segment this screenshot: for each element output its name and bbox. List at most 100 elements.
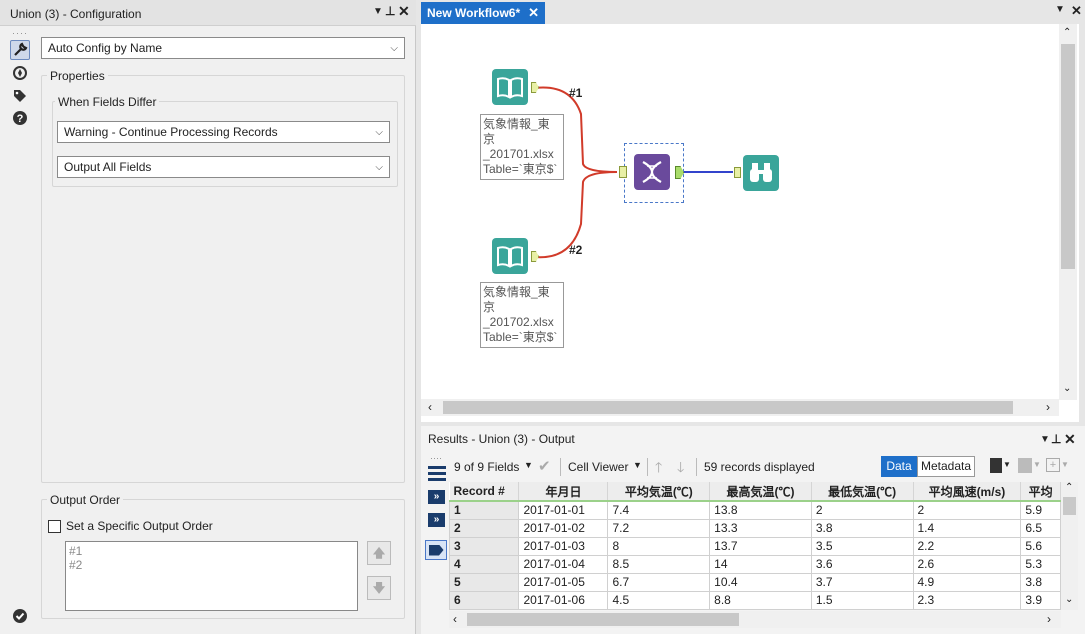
union-tool[interactable]: [634, 154, 670, 190]
table-cell[interactable]: 14: [709, 554, 812, 574]
add-tool-dropdown-icon[interactable]: ▼: [1061, 460, 1069, 469]
scroll-left-icon[interactable]: ‹: [428, 400, 432, 414]
tag-icon[interactable]: [425, 540, 447, 560]
scroll-left-icon[interactable]: ‹: [453, 612, 457, 626]
table-cell[interactable]: 3.5: [810, 536, 914, 556]
metadata-tab[interactable]: Metadata: [917, 456, 975, 477]
save-dropdown-icon[interactable]: ▼: [1033, 460, 1041, 469]
table-row[interactable]: 6 2017-01-06 4.5 8.8 1.5 2.3 3.9: [449, 590, 1061, 610]
table-row[interactable]: 5 2017-01-05 6.7 10.4 3.7 4.9 3.8: [449, 572, 1061, 592]
output-order-list[interactable]: #1 #2: [65, 541, 358, 611]
table-cell[interactable]: 1.4: [912, 518, 1022, 538]
input-anchor[interactable]: [619, 166, 627, 178]
column-header[interactable]: 平均: [1020, 482, 1061, 502]
arrow-up-icon[interactable]: 🡑: [655, 457, 662, 481]
wrench-icon[interactable]: [10, 40, 30, 60]
close-icon[interactable]: ✕: [398, 3, 410, 20]
record-number-cell[interactable]: 2: [449, 518, 520, 538]
table-cell[interactable]: 2017-01-03: [518, 536, 609, 556]
table-cell[interactable]: 3.9: [1020, 590, 1061, 610]
checkmark-icon[interactable]: ✔: [538, 457, 551, 475]
browse-tool[interactable]: [743, 155, 779, 191]
cell-viewer-dropdown-icon[interactable]: ▼: [633, 460, 642, 470]
table-cell[interactable]: 4.9: [912, 572, 1022, 592]
column-header[interactable]: 平均気温(℃): [607, 482, 711, 502]
tab-close-icon[interactable]: ✕: [528, 5, 539, 21]
table-cell[interactable]: 13.7: [709, 536, 812, 556]
table-cell[interactable]: 13.8: [709, 500, 812, 520]
tag-icon[interactable]: [10, 86, 30, 106]
table-cell[interactable]: 5.9: [1020, 500, 1061, 520]
pin-icon[interactable]: ⊥: [1051, 432, 1061, 446]
table-cell[interactable]: 2017-01-04: [518, 554, 609, 574]
table-cell[interactable]: 3.7: [810, 572, 914, 592]
table-cell[interactable]: 5.6: [1020, 536, 1061, 556]
table-cell[interactable]: 7.2: [607, 518, 711, 538]
copy-icon[interactable]: [990, 458, 1002, 473]
scroll-up-icon[interactable]: ⌃: [1063, 27, 1071, 38]
pin-icon[interactable]: ⊥: [385, 4, 395, 18]
move-down-button[interactable]: 🡇: [367, 576, 391, 600]
table-row[interactable]: 2 2017-01-02 7.2 13.3 3.8 1.4 6.5: [449, 518, 1061, 538]
copy-dropdown-icon[interactable]: ▼: [1003, 460, 1011, 469]
table-cell[interactable]: 5.3: [1020, 554, 1061, 574]
input-anchor[interactable]: [734, 167, 741, 178]
input-data-tool-1[interactable]: [492, 69, 528, 105]
results-vertical-scrollbar[interactable]: ⌃ ⌄: [1061, 482, 1078, 610]
table-cell[interactable]: 2017-01-06: [518, 590, 609, 610]
scroll-up-icon[interactable]: ⌃: [1065, 482, 1073, 493]
record-number-cell[interactable]: 6: [449, 590, 520, 610]
table-cell[interactable]: 3.8: [1020, 572, 1061, 592]
tab-menu-icon[interactable]: ▼: [1055, 4, 1065, 15]
tab-new-workflow[interactable]: New Workflow6* ✕: [421, 2, 545, 24]
add-tool-icon[interactable]: +: [1046, 458, 1060, 472]
table-cell[interactable]: 1.5: [810, 590, 914, 610]
table-cell[interactable]: 2.6: [912, 554, 1022, 574]
table-cell[interactable]: 10.4: [709, 572, 812, 592]
scroll-thumb[interactable]: [467, 613, 739, 626]
table-cell[interactable]: 7.4: [607, 500, 711, 520]
column-header[interactable]: 最低気温(℃): [811, 482, 914, 502]
table-cell[interactable]: 6.7: [607, 572, 711, 592]
table-row[interactable]: 3 2017-01-03 8 13.7 3.5 2.2 5.6: [449, 536, 1061, 556]
table-cell[interactable]: 3.8: [810, 518, 914, 538]
set-order-checkbox[interactable]: [48, 520, 61, 533]
column-header[interactable]: 平均風速(m/s): [913, 482, 1022, 502]
panel-menu-icon[interactable]: ▼: [373, 6, 383, 17]
arrow-down-icon[interactable]: 🡓: [677, 457, 684, 481]
close-icon[interactable]: ✕: [1064, 431, 1076, 448]
table-cell[interactable]: 2017-01-05: [518, 572, 609, 592]
window-close-icon[interactable]: ✕: [1071, 3, 1082, 19]
scroll-down-icon[interactable]: ⌄: [1063, 383, 1071, 394]
record-number-cell[interactable]: 1: [449, 500, 520, 520]
scroll-thumb[interactable]: [1061, 44, 1075, 269]
help-icon[interactable]: ?: [10, 108, 30, 128]
table-cell[interactable]: 4.5: [607, 590, 711, 610]
table-cell[interactable]: 6.5: [1020, 518, 1061, 538]
table-cell[interactable]: 2: [912, 500, 1022, 520]
results-grid[interactable]: Record # 年月日 平均気温(℃) 最高気温(℃) 最低気温(℃) 平均風…: [449, 482, 1061, 610]
scroll-right-icon[interactable]: ›: [1047, 612, 1051, 626]
output-fields-select[interactable]: Output All Fields ⌵: [57, 156, 390, 178]
save-icon[interactable]: [1018, 458, 1032, 473]
column-header[interactable]: 最高気温(℃): [709, 482, 812, 502]
record-number-cell[interactable]: 3: [449, 536, 520, 556]
fields-dropdown-icon[interactable]: ▼: [524, 460, 533, 470]
record-number-cell[interactable]: 4: [449, 554, 520, 574]
table-cell[interactable]: 2.3: [912, 590, 1022, 610]
auto-config-select[interactable]: Auto Config by Name ⌵: [41, 37, 405, 59]
cell-viewer-selector[interactable]: Cell Viewer: [568, 460, 628, 474]
table-cell[interactable]: 2: [810, 500, 914, 520]
record-number-cell[interactable]: 5: [449, 572, 520, 592]
table-cell[interactable]: 3.6: [810, 554, 914, 574]
fields-differ-select[interactable]: Warning - Continue Processing Records ⌵: [57, 121, 390, 143]
compass-icon[interactable]: [10, 63, 30, 83]
table-cell[interactable]: 2017-01-02: [518, 518, 609, 538]
data-tab[interactable]: Data: [881, 456, 917, 477]
column-header[interactable]: Record #: [449, 482, 520, 502]
move-up-button[interactable]: 🡅: [367, 541, 391, 565]
column-header[interactable]: 年月日: [518, 482, 609, 502]
table-cell[interactable]: 8: [607, 536, 711, 556]
table-row[interactable]: 4 2017-01-04 8.5 14 3.6 2.6 5.3: [449, 554, 1061, 574]
field-list-icon[interactable]: [428, 464, 446, 482]
